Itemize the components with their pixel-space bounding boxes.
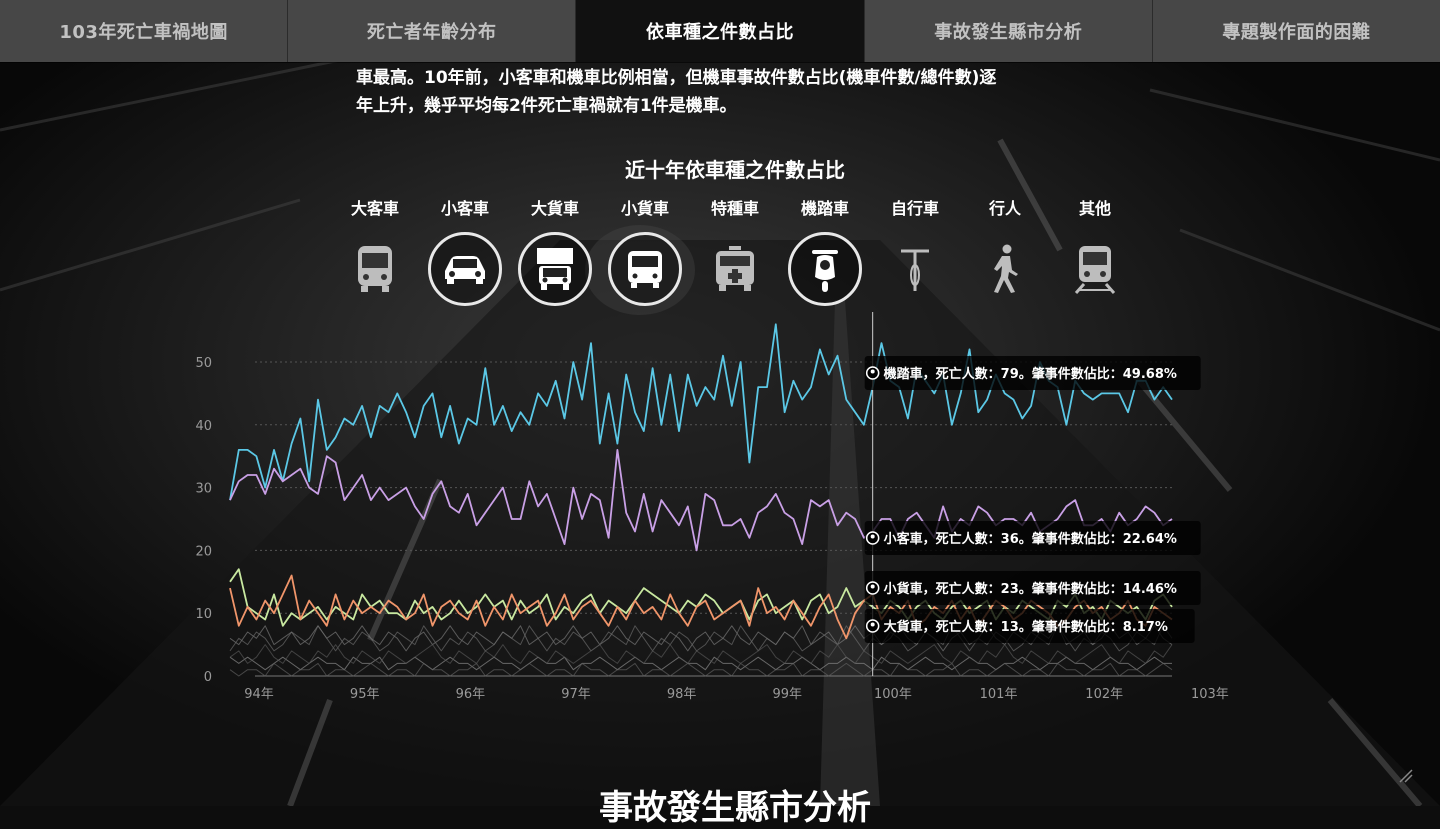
ambulance-icon — [698, 232, 772, 306]
bus-icon — [338, 232, 412, 306]
filter-label: 小客車 — [440, 199, 489, 218]
next-section-heading: 事故發生縣市分析 — [599, 788, 871, 828]
filter-label: 機踏車 — [800, 199, 849, 218]
tab-production-difficulties[interactable]: 專題製作面的困難 — [1153, 0, 1440, 62]
bicycle-icon — [878, 232, 952, 306]
tab-age-distribution[interactable]: 死亡者年齡分布 — [288, 0, 577, 62]
tooltip-text: 小客車，死亡人數：36。肇事件數佔比：22.64% — [884, 531, 1177, 547]
filter-label: 行人 — [988, 199, 1021, 218]
y-tick-label: 0 — [204, 670, 212, 685]
tooltip-text: 機踏車，死亡人數：79。肇事件數佔比：49.68% — [884, 366, 1177, 382]
x-tick-label: 97年 — [561, 687, 591, 702]
x-tick-label: 95年 — [350, 687, 380, 702]
tab-vehicle-share[interactable]: 依車種之件數占比 — [576, 0, 865, 62]
filter-label: 大客車 — [350, 199, 399, 218]
x-tick-label: 99年 — [773, 687, 803, 702]
intro-line-2: 年上升，幾乎平均每2件死亡車禍就有1件是機車。 — [356, 96, 737, 116]
filter-special-vehicle[interactable]: 特種車 — [690, 196, 780, 306]
filter-pedestrian[interactable]: 行人 — [960, 196, 1050, 306]
x-tick-label: 102年 — [1085, 687, 1123, 702]
filter-bus[interactable]: 大客車 — [330, 196, 420, 306]
x-tick-label: 100年 — [874, 687, 912, 702]
tooltip-text: 小貨車，死亡人數：23。肇事件數佔比：14.46% — [884, 581, 1177, 597]
series-line-機踏車 — [229, 323, 1173, 501]
filter-scooter[interactable]: 機踏車 — [780, 196, 870, 306]
tooltip-marker-dot — [870, 534, 875, 539]
filter-other[interactable]: 其他 — [1050, 196, 1140, 306]
car-icon — [428, 232, 502, 306]
series-line-特種車 — [229, 662, 1173, 677]
tooltip-marker-dot — [870, 584, 875, 589]
pedestrian-icon — [968, 232, 1042, 306]
tab-death-map[interactable]: 103年死亡車禍地圖 — [0, 0, 289, 62]
tooltip-marker-dot — [870, 369, 875, 374]
filter-label: 特種車 — [710, 199, 759, 218]
tooltip-marker-dot — [870, 622, 875, 627]
x-tick-label: 98年 — [667, 687, 697, 702]
y-tick-label: 10 — [195, 607, 212, 622]
scooter-icon — [788, 232, 862, 306]
x-axis-ticks: 94年 95年 96年 97年 98年 99年 100年 101年 102年 103年 — [244, 687, 1228, 702]
truck-icon — [518, 232, 592, 306]
intro-paragraph: 車最高。10年前，小客車和機車比例相當，但機車事故件數占比(機車件數/總件數)逐… — [356, 64, 1116, 120]
x-tick-label: 103年 — [1191, 687, 1229, 702]
x-tick-label: 94年 — [244, 687, 274, 702]
filter-bicycle[interactable]: 自行車 — [870, 196, 960, 306]
filter-label: 自行車 — [890, 199, 939, 218]
resize-grip-icon — [1399, 769, 1413, 783]
van-icon — [608, 232, 682, 306]
y-axis-ticks: 0 10 20 30 40 50 — [195, 356, 212, 685]
filter-truck[interactable]: 大貨車 — [510, 196, 600, 306]
top-nav-tabs: 103年死亡車禍地圖 死亡者年齡分布 依車種之件數占比 事故發生縣市分析 專題製… — [0, 0, 1440, 62]
filter-car[interactable]: 小客車 — [420, 196, 510, 306]
filter-van[interactable]: 小貨車 — [600, 196, 690, 306]
y-tick-label: 30 — [195, 482, 212, 497]
y-tick-label: 40 — [195, 419, 212, 434]
intro-line-1: 車最高。10年前，小客車和機車比例相當，但機車事故件數占比(機車件數/總件數)逐 — [356, 68, 997, 88]
x-tick-label: 96年 — [456, 687, 486, 702]
y-tick-label: 20 — [195, 544, 212, 559]
line-chart[interactable]: 0 10 20 30 40 50 94年 95年 96年 97年 98年 99年 100年 101年 10… — [0, 300, 1440, 720]
tab-county-analysis[interactable]: 事故發生縣市分析 — [865, 0, 1153, 62]
filter-label: 小貨車 — [620, 199, 669, 218]
filter-label: 其他 — [1078, 199, 1111, 218]
filter-label: 大貨車 — [530, 199, 579, 218]
x-tick-label: 101年 — [980, 687, 1018, 702]
y-tick-label: 50 — [195, 356, 212, 371]
train-icon — [1058, 232, 1132, 306]
tooltip-text: 大貨車，死亡人數：13。肇事件數佔比：8.17% — [884, 619, 1168, 635]
chart-title: 近十年依車種之件數占比 — [625, 158, 845, 182]
